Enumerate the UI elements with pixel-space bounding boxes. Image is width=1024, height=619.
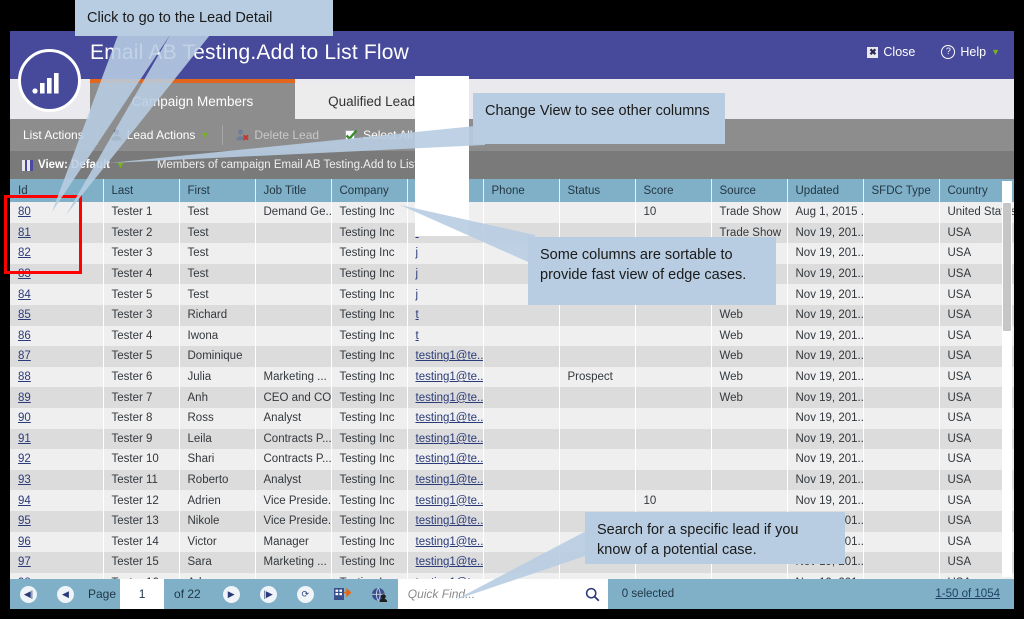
callout-lead-detail-text: Click to go to the Lead Detail xyxy=(87,10,272,26)
callout-sortable-columns: Some columns are sortable to provide fas… xyxy=(528,237,776,305)
callout-search-lead-text: Search for a specific lead if you know o… xyxy=(597,522,799,558)
screenshot-root: Email AB Testing.Add to List Flow ✖ Clos… xyxy=(0,0,1024,619)
callout-change-view: Change View to see other columns xyxy=(473,93,725,144)
callout-lead-detail: Click to go to the Lead Detail xyxy=(75,0,333,36)
callout-search-lead: Search for a specific lead if you know o… xyxy=(585,512,845,564)
callout-change-view-text: Change View to see other columns xyxy=(485,103,710,119)
callout-sortable-columns-text: Some columns are sortable to provide fas… xyxy=(540,247,746,283)
